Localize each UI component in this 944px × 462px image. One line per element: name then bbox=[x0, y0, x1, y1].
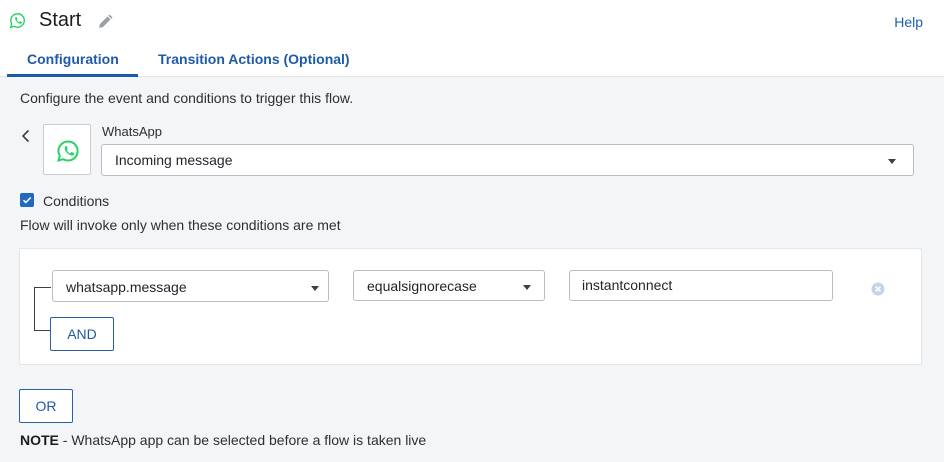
tree-connector bbox=[34, 330, 50, 331]
caret-down-icon bbox=[523, 285, 531, 290]
tab-transition-actions[interactable]: Transition Actions (Optional) bbox=[158, 51, 350, 67]
help-link[interactable]: Help bbox=[894, 14, 923, 30]
conditions-checkbox[interactable] bbox=[20, 193, 34, 207]
condition-value-input[interactable]: instantconnect bbox=[569, 270, 833, 301]
remove-condition-icon[interactable] bbox=[871, 282, 885, 296]
trigger-app-label: WhatsApp bbox=[102, 124, 162, 139]
add-or-condition-button[interactable]: OR bbox=[19, 389, 73, 423]
note-prefix: NOTE bbox=[20, 432, 59, 448]
whatsapp-icon bbox=[9, 13, 25, 29]
whatsapp-icon bbox=[57, 140, 79, 162]
tree-connector bbox=[34, 287, 51, 288]
tab-configuration[interactable]: Configuration bbox=[27, 51, 119, 67]
caret-down-icon bbox=[311, 286, 319, 291]
tree-connector bbox=[34, 287, 35, 330]
condition-operator-select[interactable]: equalsignorecase bbox=[353, 270, 545, 301]
active-tab-indicator bbox=[7, 74, 138, 77]
conditions-description: Flow will invoke only when these conditi… bbox=[20, 217, 341, 233]
event-select-value: Incoming message bbox=[115, 152, 233, 168]
page-title: Start bbox=[39, 9, 82, 31]
chevron-left-icon[interactable] bbox=[19, 128, 33, 144]
note-body: - WhatsApp app can be selected before a … bbox=[58, 432, 427, 448]
caret-down-icon bbox=[888, 159, 896, 164]
trigger-app-tile bbox=[43, 124, 91, 175]
conditions-checkbox-label: Conditions bbox=[43, 193, 110, 209]
condition-operator-value: equalsignorecase bbox=[367, 278, 477, 294]
checkmark-icon bbox=[22, 196, 32, 204]
note-text: NOTE - WhatsApp app can be selected befo… bbox=[20, 432, 426, 448]
pencil-icon[interactable] bbox=[97, 14, 113, 30]
event-select[interactable]: Incoming message bbox=[101, 144, 914, 176]
conditions-group bbox=[19, 248, 922, 365]
condition-field-value: whatsapp.message bbox=[66, 279, 187, 295]
page-header: Start Help Configuration Transition Acti… bbox=[0, 0, 944, 77]
condition-field-select[interactable]: whatsapp.message bbox=[52, 270, 329, 302]
intro-text: Configure the event and conditions to tr… bbox=[20, 90, 354, 106]
add-and-condition-button[interactable]: AND bbox=[50, 317, 114, 351]
